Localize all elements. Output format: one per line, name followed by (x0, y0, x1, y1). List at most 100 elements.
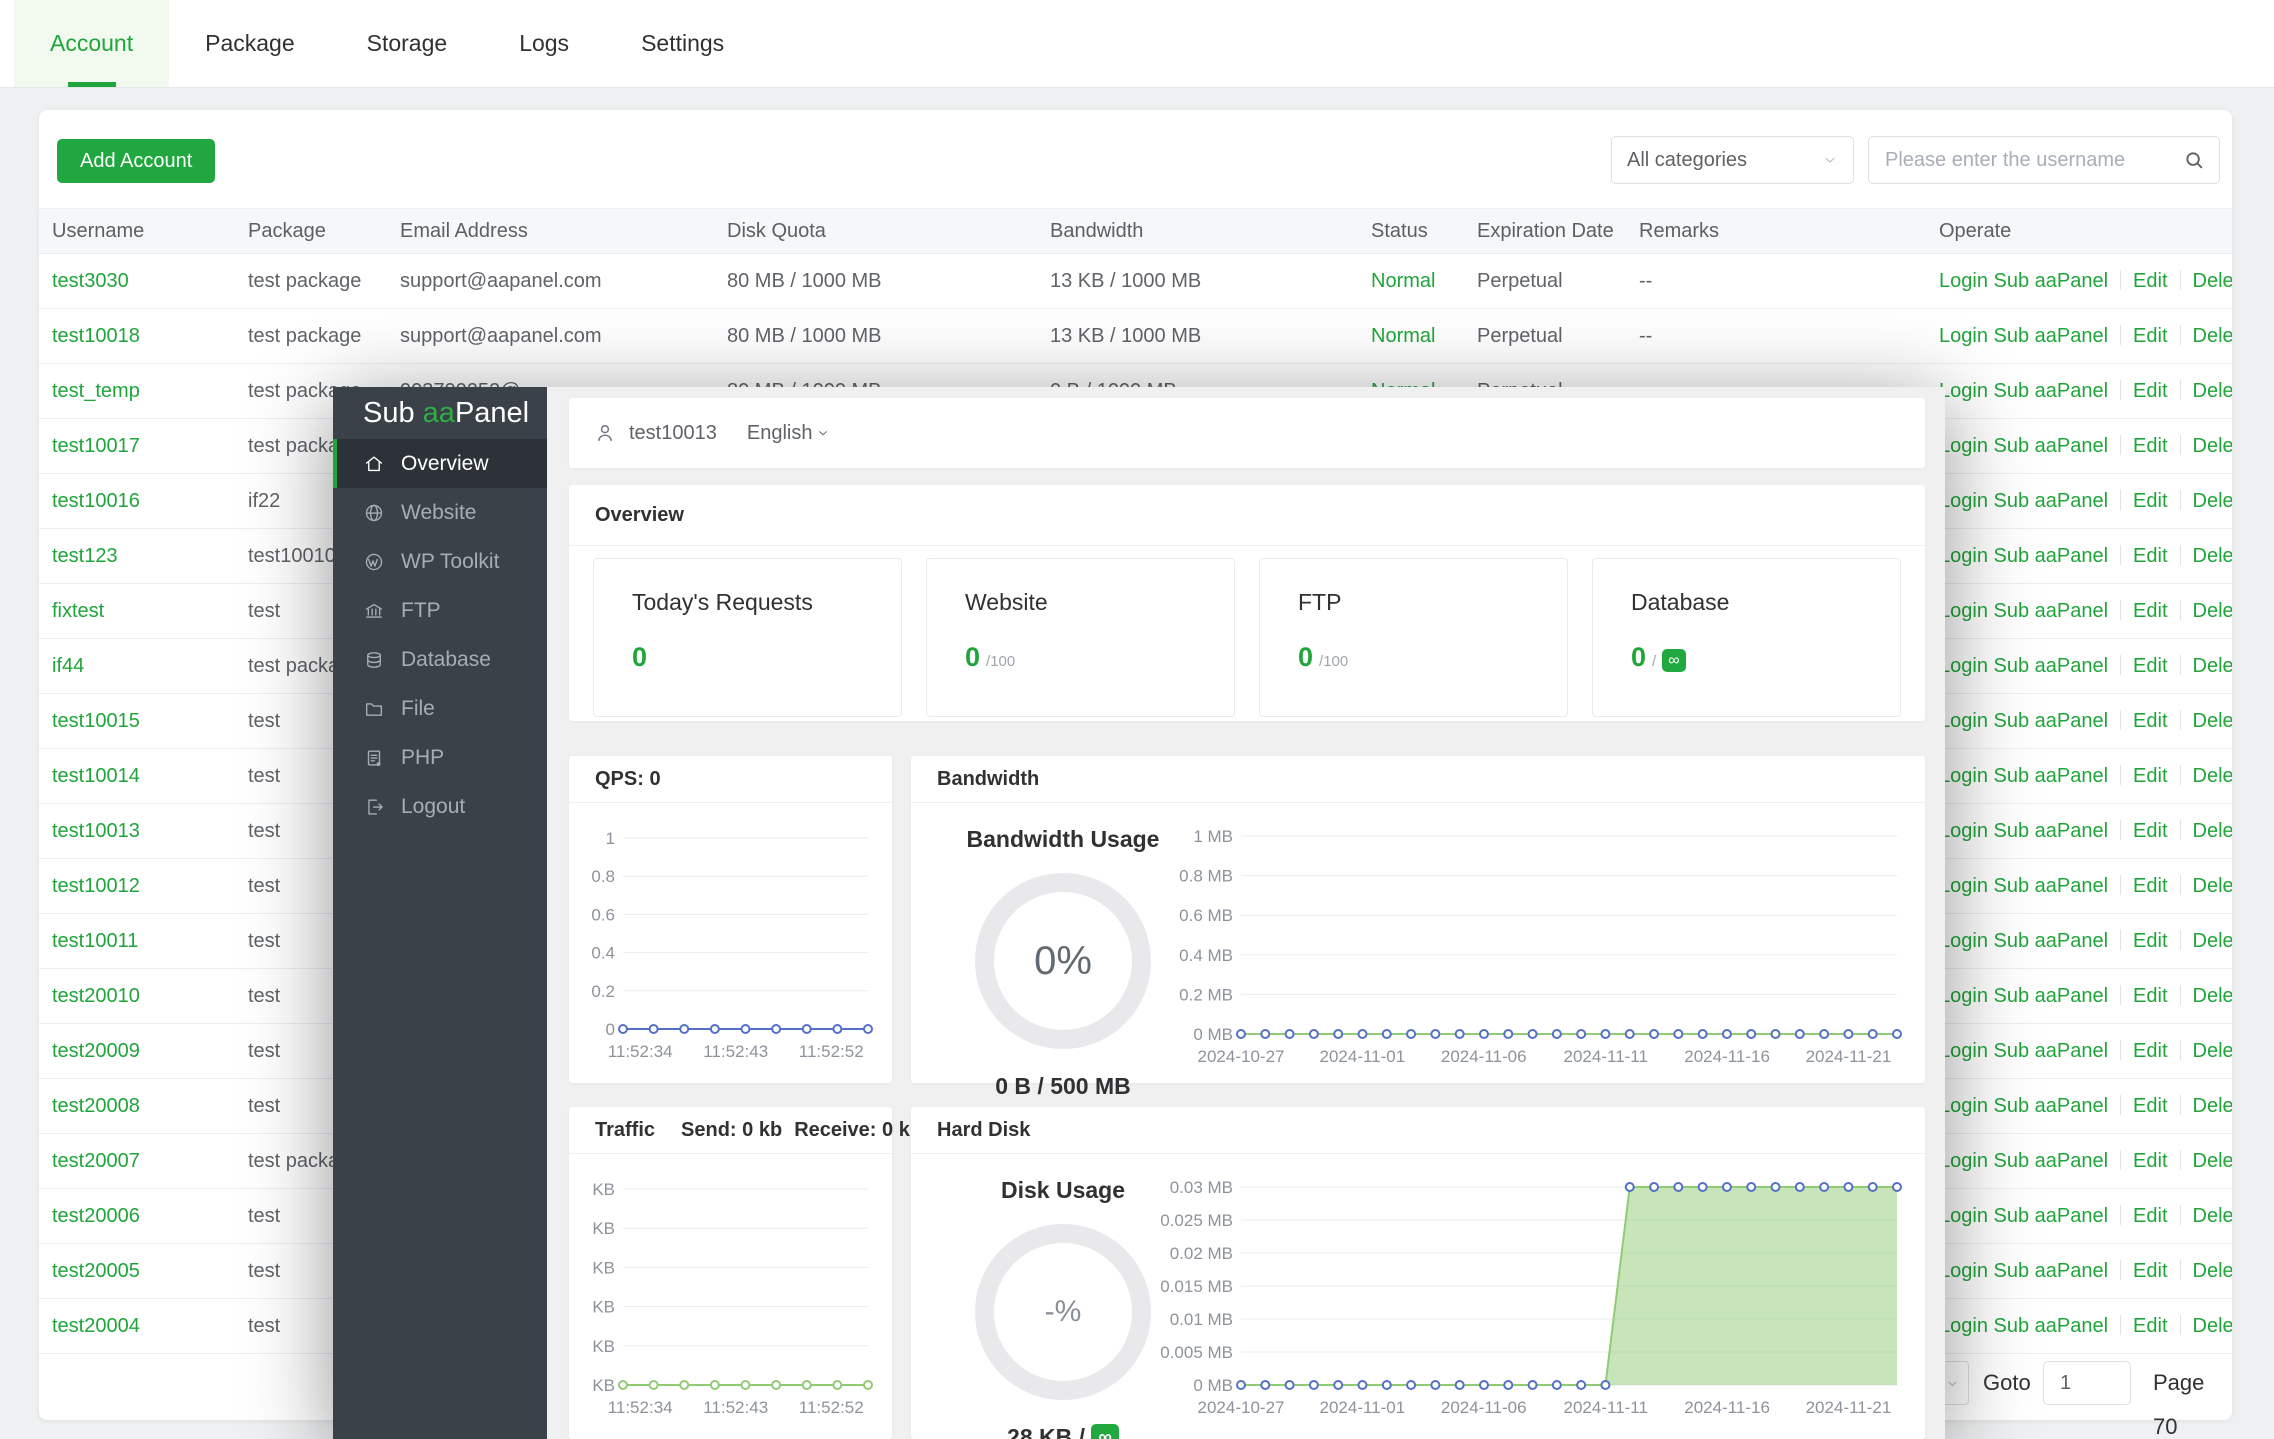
edit-link[interactable]: Edit (2133, 1315, 2167, 1337)
language-select[interactable]: English (747, 422, 831, 445)
search-icon[interactable] (2183, 149, 2205, 171)
delete-link[interactable]: Delete (2193, 380, 2232, 402)
login-sub-aapanel-link[interactable]: Login Sub aaPanel (1939, 820, 2108, 842)
bandwidth-cell: 13 KB / 1000 MB (1037, 309, 1358, 364)
edit-link[interactable]: Edit (2133, 710, 2167, 732)
edit-link[interactable]: Edit (2133, 655, 2167, 677)
edit-link[interactable]: Edit (2133, 600, 2167, 622)
delete-link[interactable]: Delete (2193, 435, 2232, 457)
edit-link[interactable]: Edit (2133, 380, 2167, 402)
login-sub-aapanel-link[interactable]: Login Sub aaPanel (1939, 1095, 2108, 1117)
sidebar-item-website[interactable]: Website (333, 488, 547, 537)
sidebar-item-label: WP Toolkit (401, 550, 499, 574)
username-cell: test20008 (39, 1079, 235, 1134)
operate-separator (2180, 380, 2181, 400)
username-cell: test3030 (39, 254, 235, 309)
svg-text:2024-11-11: 2024-11-11 (1564, 1047, 1648, 1066)
sidebar-item-file[interactable]: File (333, 684, 547, 733)
column-header: Disk Quota (714, 209, 1037, 254)
login-sub-aapanel-link[interactable]: Login Sub aaPanel (1939, 600, 2108, 622)
tab-logs[interactable]: Logs (483, 0, 605, 87)
delete-link[interactable]: Delete (2193, 875, 2232, 897)
delete-link[interactable]: Delete (2193, 490, 2232, 512)
login-sub-aapanel-link[interactable]: Login Sub aaPanel (1939, 1315, 2108, 1337)
delete-link[interactable]: Delete (2193, 325, 2232, 347)
edit-link[interactable]: Edit (2133, 930, 2167, 952)
tab-storage[interactable]: Storage (331, 0, 484, 87)
edit-link[interactable]: Edit (2133, 985, 2167, 1007)
login-sub-aapanel-link[interactable]: Login Sub aaPanel (1939, 270, 2108, 292)
login-sub-aapanel-link[interactable]: Login Sub aaPanel (1939, 380, 2108, 402)
search-input[interactable] (1883, 148, 2183, 173)
login-sub-aapanel-link[interactable]: Login Sub aaPanel (1939, 655, 2108, 677)
edit-link[interactable]: Edit (2133, 270, 2167, 292)
operate-cell: Login Sub aaPanel Edit Delete (1926, 1189, 2232, 1244)
delete-link[interactable]: Delete (2193, 1315, 2232, 1337)
svg-text:0.025 MB: 0.025 MB (1161, 1211, 1233, 1230)
delete-link[interactable]: Delete (2193, 1095, 2232, 1117)
sidebar-item-overview[interactable]: Overview (333, 439, 547, 488)
login-sub-aapanel-link[interactable]: Login Sub aaPanel (1939, 1205, 2108, 1227)
delete-link[interactable]: Delete (2193, 1205, 2232, 1227)
operate-cell: Login Sub aaPanel Edit Delete (1926, 749, 2232, 804)
login-sub-aapanel-link[interactable]: Login Sub aaPanel (1939, 490, 2108, 512)
delete-link[interactable]: Delete (2193, 930, 2232, 952)
login-sub-aapanel-link[interactable]: Login Sub aaPanel (1939, 985, 2108, 1007)
sidebar-item-wp-toolkit[interactable]: WP Toolkit (333, 537, 547, 586)
tab-settings[interactable]: Settings (605, 0, 760, 87)
edit-link[interactable]: Edit (2133, 1150, 2167, 1172)
delete-link[interactable]: Delete (2193, 1040, 2232, 1062)
edit-link[interactable]: Edit (2133, 325, 2167, 347)
tab-package[interactable]: Package (169, 0, 331, 87)
login-sub-aapanel-link[interactable]: Login Sub aaPanel (1939, 435, 2108, 457)
delete-link[interactable]: Delete (2193, 1260, 2232, 1282)
sidebar-item-php[interactable]: PHP (333, 733, 547, 782)
svg-text:0 MB: 0 MB (1193, 1376, 1233, 1395)
sidebar-item-ftp[interactable]: FTP (333, 586, 547, 635)
edit-link[interactable]: Edit (2133, 545, 2167, 567)
login-sub-aapanel-link[interactable]: Login Sub aaPanel (1939, 1260, 2108, 1282)
edit-link[interactable]: Edit (2133, 875, 2167, 897)
svg-text:11:52:43: 11:52:43 (703, 1398, 768, 1417)
delete-link[interactable]: Delete (2193, 765, 2232, 787)
delete-link[interactable]: Delete (2193, 710, 2232, 732)
sidebar-item-database[interactable]: Database (333, 635, 547, 684)
login-sub-aapanel-link[interactable]: Login Sub aaPanel (1939, 1150, 2108, 1172)
page-count-label: Page 70 (2153, 1361, 2232, 1439)
login-sub-aapanel-link[interactable]: Login Sub aaPanel (1939, 765, 2108, 787)
edit-link[interactable]: Edit (2133, 1260, 2167, 1282)
edit-link[interactable]: Edit (2133, 765, 2167, 787)
delete-link[interactable]: Delete (2193, 270, 2232, 292)
edit-link[interactable]: Edit (2133, 435, 2167, 457)
delete-link[interactable]: Delete (2193, 820, 2232, 842)
login-sub-aapanel-link[interactable]: Login Sub aaPanel (1939, 545, 2108, 567)
edit-link[interactable]: Edit (2133, 1095, 2167, 1117)
edit-link[interactable]: Edit (2133, 1040, 2167, 1062)
email-cell: support@aapanel.com (387, 254, 714, 309)
sidebar-item-logout[interactable]: Logout (333, 782, 547, 831)
stat-value: 0 (1298, 642, 1313, 673)
column-header: Remarks (1626, 209, 1926, 254)
delete-link[interactable]: Delete (2193, 1150, 2232, 1172)
logged-in-username: test10013 (629, 422, 717, 445)
goto-page-input[interactable] (2043, 1361, 2131, 1405)
username-cell: fixtest (39, 584, 235, 639)
expiration-cell: Perpetual (1464, 254, 1626, 309)
category-filter-select[interactable]: All categories (1611, 136, 1854, 184)
delete-link[interactable]: Delete (2193, 545, 2232, 567)
delete-link[interactable]: Delete (2193, 985, 2232, 1007)
tab-account[interactable]: Account (14, 0, 169, 87)
disk-usage-summary: Disk Usage -% 28 KB / ∞ (943, 1177, 1183, 1439)
app-screen: Account Package Storage Logs Settings Ad… (0, 0, 2274, 1439)
login-sub-aapanel-link[interactable]: Login Sub aaPanel (1939, 325, 2108, 347)
login-sub-aapanel-link[interactable]: Login Sub aaPanel (1939, 710, 2108, 732)
delete-link[interactable]: Delete (2193, 600, 2232, 622)
login-sub-aapanel-link[interactable]: Login Sub aaPanel (1939, 930, 2108, 952)
login-sub-aapanel-link[interactable]: Login Sub aaPanel (1939, 875, 2108, 897)
edit-link[interactable]: Edit (2133, 490, 2167, 512)
edit-link[interactable]: Edit (2133, 820, 2167, 842)
delete-link[interactable]: Delete (2193, 655, 2232, 677)
login-sub-aapanel-link[interactable]: Login Sub aaPanel (1939, 1040, 2108, 1062)
edit-link[interactable]: Edit (2133, 1205, 2167, 1227)
add-account-button[interactable]: Add Account (57, 139, 215, 183)
